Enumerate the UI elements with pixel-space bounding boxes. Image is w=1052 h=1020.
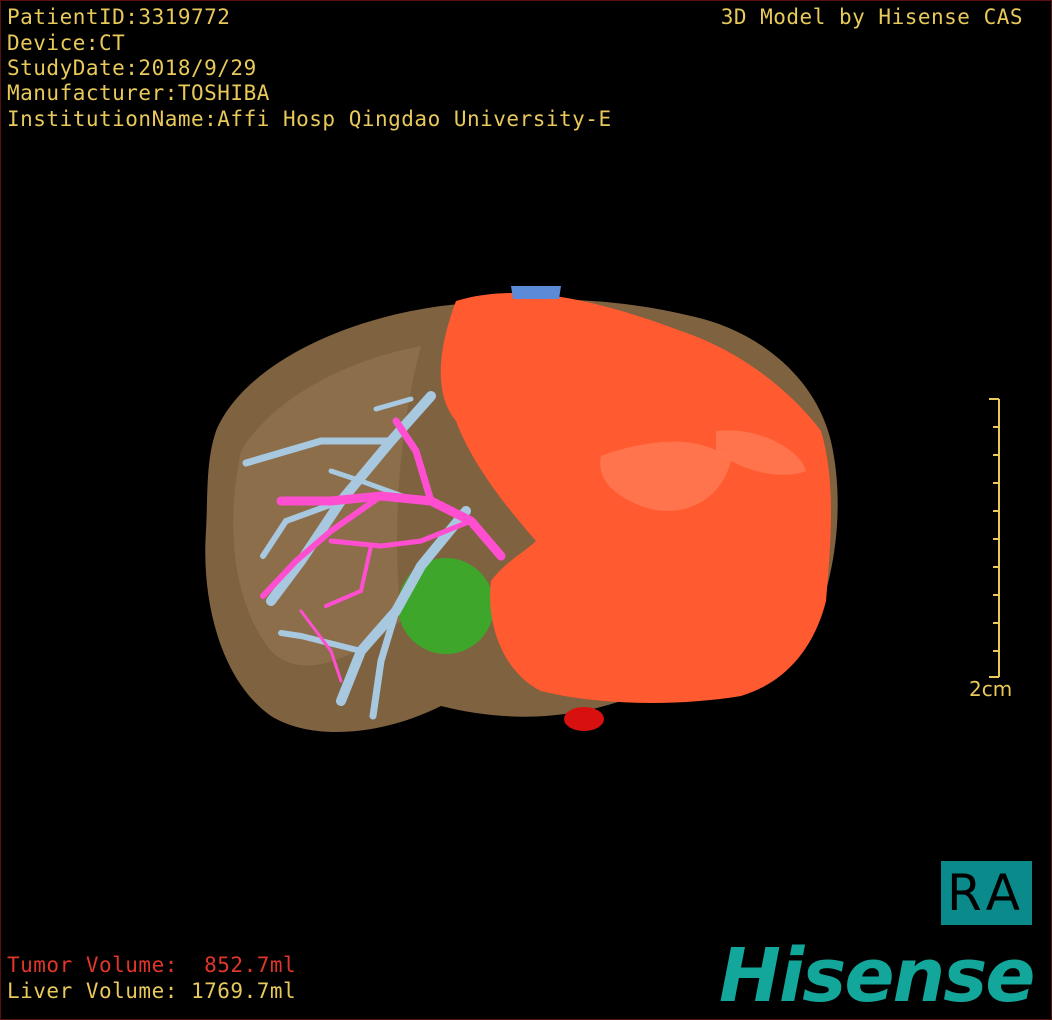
device: Device:CT — [7, 31, 126, 55]
3d-viewport[interactable]: PatientID:3319772 Device:CT StudyDate:20… — [0, 0, 1052, 1020]
liver-volume: Liver Volume: 1769.7ml — [7, 979, 297, 1003]
study-date: StudyDate:2018/9/29 — [7, 56, 257, 80]
inferior-vena-cava — [564, 707, 604, 731]
patient-id: PatientID:3319772 — [7, 5, 231, 29]
tumor-volume: Tumor Volume: 852.7ml — [7, 953, 297, 977]
hepatic-vein-stub — [511, 286, 561, 299]
scale-label: 2cm — [969, 677, 1013, 701]
hisense-logo: Hisense — [719, 933, 1035, 1019]
manufacturer: Manufacturer:TOSHIBA — [7, 81, 270, 105]
institution-name: InstitutionName:Affi Hosp Qingdao Univer… — [7, 107, 612, 131]
liver-3d-model[interactable] — [1, 1, 1052, 1020]
scale-bar — [989, 398, 1000, 678]
model-credit: 3D Model by Hisense CAS — [720, 5, 1023, 29]
orientation-indicator[interactable]: RA — [941, 861, 1032, 925]
